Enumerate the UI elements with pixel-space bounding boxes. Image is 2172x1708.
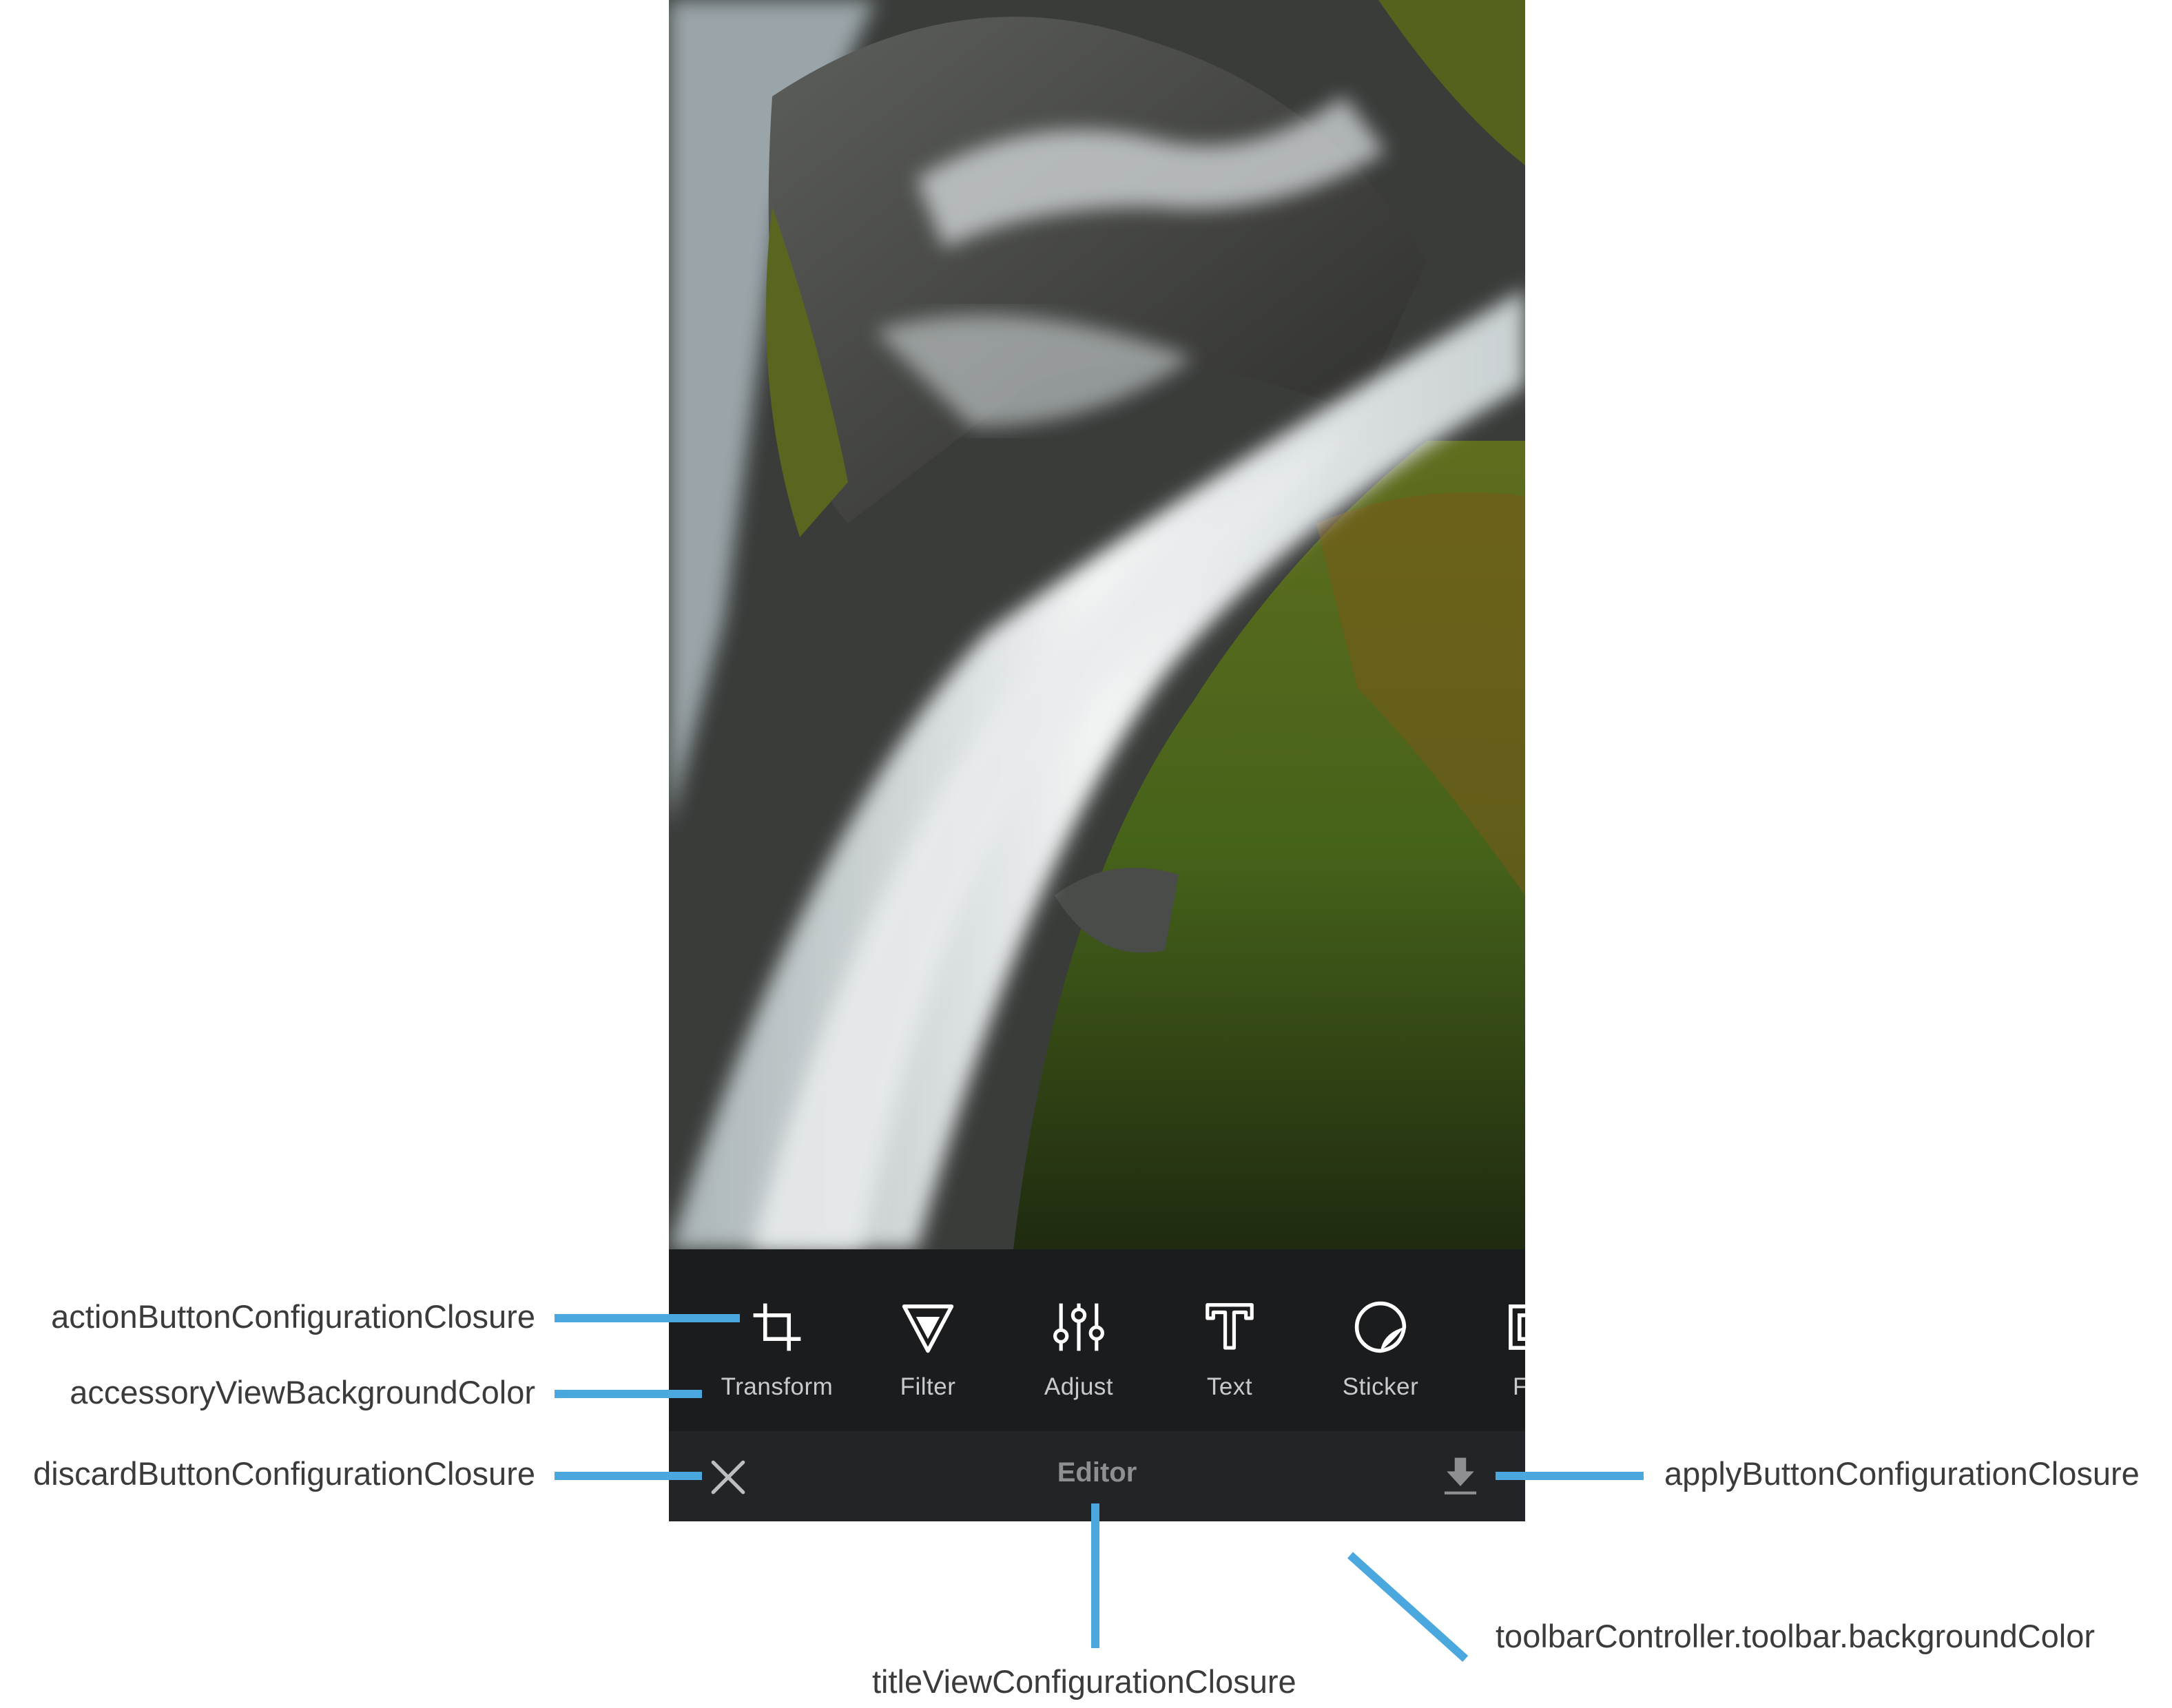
tool-label: Transform: [721, 1373, 834, 1400]
tool-filter[interactable]: Filter: [852, 1277, 1004, 1415]
leader-toolbar-bg: [1347, 1552, 1469, 1663]
frame-icon: [1509, 1304, 1525, 1350]
tool-label: Sticker: [1342, 1373, 1419, 1400]
toolbar-title: Editor: [1057, 1457, 1137, 1488]
tool-label: Adjust: [1044, 1373, 1114, 1400]
photo-canvas: [669, 0, 1525, 1249]
tool-transform[interactable]: Transform: [701, 1277, 853, 1415]
leader-discard-button: [555, 1472, 702, 1480]
sticker-icon: [1354, 1301, 1407, 1353]
waterfall-photo: [669, 0, 1525, 1249]
editor-screen: Transform Filter Adjust Text Sticker F E…: [669, 0, 1525, 1521]
tool-adjust[interactable]: Adjust: [1003, 1277, 1155, 1415]
crop-icon: [753, 1303, 801, 1351]
filter-icon: [902, 1304, 954, 1353]
text-icon: [1206, 1303, 1254, 1350]
tool-label: Filter: [900, 1373, 956, 1400]
annotation-action-button: actionButtonConfigurationClosure: [51, 1298, 535, 1335]
accessory-view: Transform Filter Adjust Text Sticker F: [669, 1249, 1525, 1431]
tool-label: Text: [1206, 1373, 1253, 1400]
tool-frame[interactable]: Fra: [1456, 1277, 1525, 1415]
tool-label: Fra: [1513, 1373, 1525, 1400]
tool-text[interactable]: Text: [1154, 1277, 1305, 1415]
annotation-discard-button: discardButtonConfigurationClosure: [33, 1455, 535, 1492]
annotation-title-view: titleViewConfigurationClosure: [872, 1663, 1296, 1700]
leader-apply-button: [1496, 1472, 1644, 1480]
annotation-accessory-bg: accessoryViewBackgroundColor: [70, 1374, 535, 1410]
download-icon[interactable]: [1438, 1453, 1483, 1499]
leader-accessory-bg: [555, 1390, 702, 1398]
leader-action-button: [555, 1314, 740, 1322]
annotation-toolbar-bg: toolbarController.toolbar.backgroundColo…: [1496, 1618, 2096, 1654]
sliders-icon: [1053, 1303, 1104, 1351]
annotation-apply-button: applyButtonConfigurationClosure: [1664, 1455, 2140, 1492]
tool-sticker[interactable]: Sticker: [1305, 1277, 1456, 1415]
leader-title-view: [1091, 1503, 1099, 1648]
